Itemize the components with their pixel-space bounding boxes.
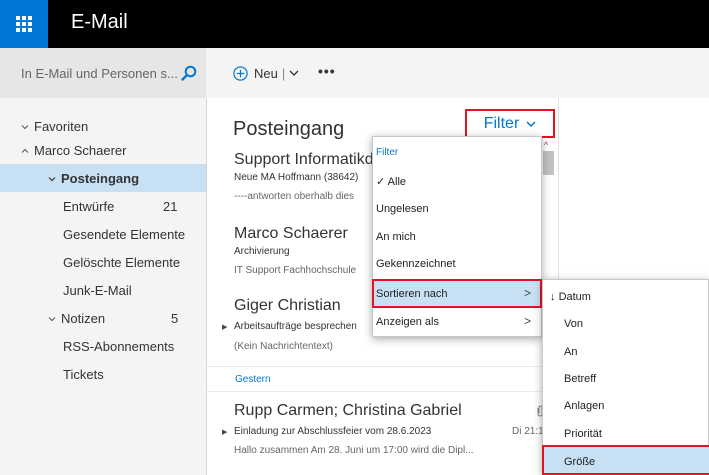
nav-rss[interactable]: RSS-Abonnements — [63, 339, 174, 354]
sort-item-label: Datum — [558, 291, 591, 303]
page-title: Posteingang — [233, 118, 345, 140]
menu-item-unread[interactable]: Ungelesen — [376, 203, 429, 215]
chevron-down-icon — [21, 125, 29, 130]
sort-item-priority[interactable]: Priorität — [564, 428, 602, 440]
search-icon[interactable] — [181, 65, 197, 81]
chevron-up-icon — [21, 148, 29, 153]
notes-count: 5 — [171, 311, 179, 326]
down-arrow-icon: ↓ — [550, 291, 556, 303]
nav-favorites[interactable]: Favoriten — [21, 119, 88, 134]
nav-favorites-label: Favoriten — [34, 119, 89, 134]
scrollbar-thumb[interactable] — [543, 151, 554, 175]
message-preview: IT Support Fachhochschule — [234, 265, 357, 276]
menu-item-flagged[interactable]: Gekennzeichnet — [376, 258, 456, 270]
chevron-right-icon: > — [524, 286, 532, 300]
message-subject: Einladung zur Abschlussfeier vom 28.6.20… — [234, 426, 432, 437]
filter-menu-header: Filter — [376, 147, 399, 158]
message-sender[interactable]: Support Informatikd — [234, 151, 374, 169]
sort-item-attachments[interactable]: Anlagen — [564, 400, 604, 412]
nav-inbox-label: Posteingang — [61, 171, 140, 186]
more-options-icon[interactable]: ••• — [318, 63, 336, 79]
menu-item-all[interactable]: ✓ Alle — [376, 175, 406, 188]
nav-junk[interactable]: Junk-E-Mail — [63, 283, 132, 298]
chevron-down-icon — [48, 177, 56, 182]
message-sender[interactable]: Rupp Carmen; Christina Gabriel — [234, 402, 462, 420]
menu-item-label: Alle — [387, 176, 407, 188]
nav-tickets[interactable]: Tickets — [63, 367, 104, 382]
nav-inbox[interactable]: Posteingang — [48, 171, 139, 186]
chevron-down-icon — [48, 317, 56, 322]
sort-item-subject[interactable]: Betreff — [564, 373, 596, 385]
search-input[interactable]: In E-Mail und Personen s... — [21, 66, 178, 81]
chevron-right-icon: > — [524, 314, 532, 328]
message-preview: ----antworten oberhalb dies — [234, 191, 355, 202]
sort-item-date[interactable]: ↓ Datum — [550, 291, 591, 303]
new-button-label: Neu — [254, 65, 278, 81]
app-launcher-button[interactable] — [0, 0, 48, 48]
menu-item-to-me[interactable]: An mich — [376, 231, 416, 243]
chevron-down-icon — [526, 120, 536, 127]
group-header: Gestern — [207, 366, 558, 392]
checkmark-icon: ✓ — [376, 176, 386, 188]
filter-button[interactable]: Filter — [465, 109, 555, 138]
menu-item-view-as[interactable]: Anzeigen als — [376, 316, 439, 328]
waffle-icon — [16, 16, 32, 32]
message-subject: Archivierung — [234, 246, 290, 257]
message-preview: Hallo zusammen Am 28. Juni um 17:00 wird… — [234, 445, 474, 456]
scroll-up-icon[interactable]: ^ — [544, 140, 548, 150]
new-button[interactable]: Neu | — [233, 63, 299, 83]
message-sender[interactable]: Marco Schaerer — [234, 225, 348, 243]
menu-item-sort-by[interactable]: Sortieren nach — [376, 288, 448, 300]
nav-deleted[interactable]: Gelöschte Elemente — [63, 255, 180, 270]
nav-notes-label: Notizen — [61, 311, 106, 326]
expand-conversation-icon[interactable]: ▶ — [222, 323, 227, 331]
expand-conversation-icon[interactable]: ▶ — [222, 428, 227, 436]
nav-notes[interactable]: Notizen — [48, 311, 105, 326]
nav-sent[interactable]: Gesendete Elemente — [63, 227, 185, 242]
nav-drafts[interactable]: Entwürfe — [63, 199, 114, 214]
sort-item-size[interactable]: Größe — [564, 456, 595, 468]
message-subject: Arbeitsaufträge besprechen — [234, 321, 357, 332]
sort-item-to[interactable]: An — [564, 346, 577, 358]
chevron-down-icon[interactable] — [289, 68, 299, 78]
plus-circle-icon — [233, 65, 248, 81]
message-subject: Neue MA Hoffmann (38642) — [234, 172, 359, 183]
message-sender[interactable]: Giger Christian — [234, 297, 341, 315]
filter-button-label: Filter — [483, 114, 520, 132]
toolbar-separator: | — [281, 65, 286, 81]
drafts-count: 21 — [163, 199, 178, 214]
group-header-label: Gestern — [235, 374, 271, 385]
app-title: E-Mail — [71, 11, 128, 33]
nav-account-label: Marco Schaerer — [34, 143, 127, 158]
sort-item-from[interactable]: Von — [564, 318, 583, 330]
message-preview: (Kein Nachrichtentext) — [234, 341, 333, 352]
nav-account[interactable]: Marco Schaerer — [21, 143, 126, 158]
